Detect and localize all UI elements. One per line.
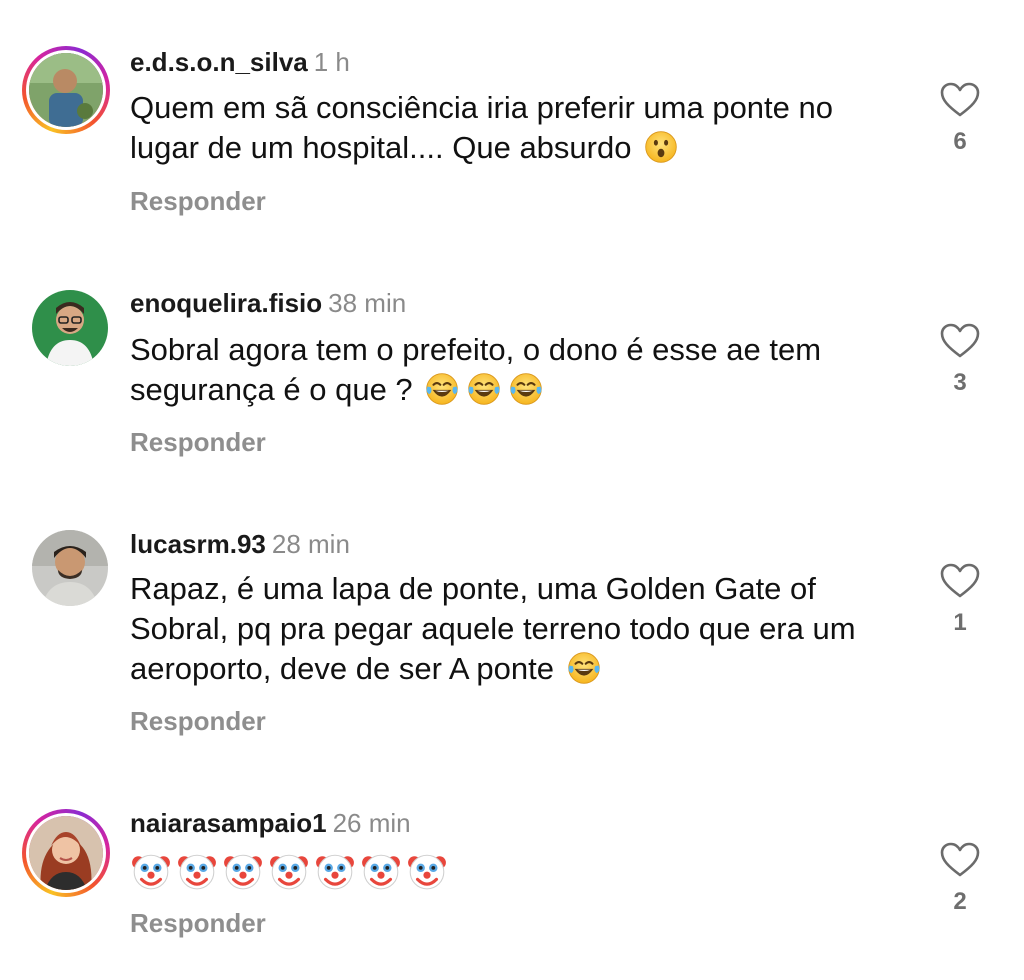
clown-face-icon (130, 850, 172, 892)
comment-text: Rapaz, é uma lapa de ponte, uma Golden G… (130, 569, 910, 689)
avatar[interactable] (22, 809, 110, 897)
clown-face-icon (176, 850, 218, 892)
clown-face-icon (268, 850, 310, 892)
comments-list: e.d.s.o.n_silva 1 h Quem em sã consciênci… (0, 0, 1024, 980)
clown-face-icon (314, 850, 356, 892)
tears-of-joy-icon (425, 372, 459, 406)
like-count: 6 (953, 128, 967, 155)
reply-button[interactable]: Responder (130, 706, 266, 737)
avatar[interactable] (22, 46, 110, 134)
comment-header: naiarasampaio1 26 min (130, 808, 411, 838)
comment-header: lucasrm.93 28 min (130, 529, 350, 559)
tears-of-joy-icon (509, 372, 543, 406)
tears-of-joy-icon (567, 651, 601, 685)
surprised-face-icon (644, 130, 678, 164)
comment-text (130, 850, 910, 894)
comment-body: Quem em sã consciência iria preferir uma… (130, 90, 833, 165)
comment-text: Quem em sã consciência iria preferir uma… (130, 88, 910, 168)
comment-text: Sobral agora tem o prefeito, o dono é es… (130, 330, 910, 410)
comment-body: Rapaz, é uma lapa de ponte, uma Golden G… (130, 571, 856, 686)
heart-outline-icon[interactable] (940, 323, 980, 359)
avatar[interactable] (22, 280, 110, 368)
comment-header: enoquelira.fisio 38 min (130, 288, 406, 318)
timestamp: 26 min (332, 808, 411, 838)
avatar[interactable] (22, 520, 110, 608)
username[interactable]: naiarasampaio1 (130, 808, 327, 838)
clown-face-icon (222, 850, 264, 892)
reply-button[interactable]: Responder (130, 186, 266, 217)
comment-header: e.d.s.o.n_silva 1 h (130, 47, 350, 77)
timestamp: 1 h (313, 47, 350, 77)
reply-button[interactable]: Responder (130, 427, 266, 458)
username[interactable]: enoquelira.fisio (130, 288, 322, 318)
like-count: 1 (953, 609, 967, 636)
tears-of-joy-icon (467, 372, 501, 406)
timestamp: 28 min (271, 529, 350, 559)
avatar-image (32, 290, 108, 366)
like-control: 2 (940, 842, 980, 916)
username[interactable]: lucasrm.93 (130, 529, 266, 559)
avatar-image (29, 816, 103, 890)
like-control: 1 (940, 563, 980, 637)
avatar-image (32, 530, 108, 606)
username[interactable]: e.d.s.o.n_silva (130, 47, 308, 77)
heart-outline-icon[interactable] (940, 842, 980, 878)
avatar-image (29, 53, 103, 127)
like-control: 6 (940, 82, 980, 156)
clown-face-icon (406, 850, 448, 892)
like-count: 3 (953, 369, 967, 396)
timestamp: 38 min (328, 288, 407, 318)
clown-face-icon (360, 850, 402, 892)
heart-outline-icon[interactable] (940, 563, 980, 599)
reply-button[interactable]: Responder (130, 908, 266, 939)
like-control: 3 (940, 323, 980, 397)
heart-outline-icon[interactable] (940, 82, 980, 118)
like-count: 2 (953, 888, 967, 915)
